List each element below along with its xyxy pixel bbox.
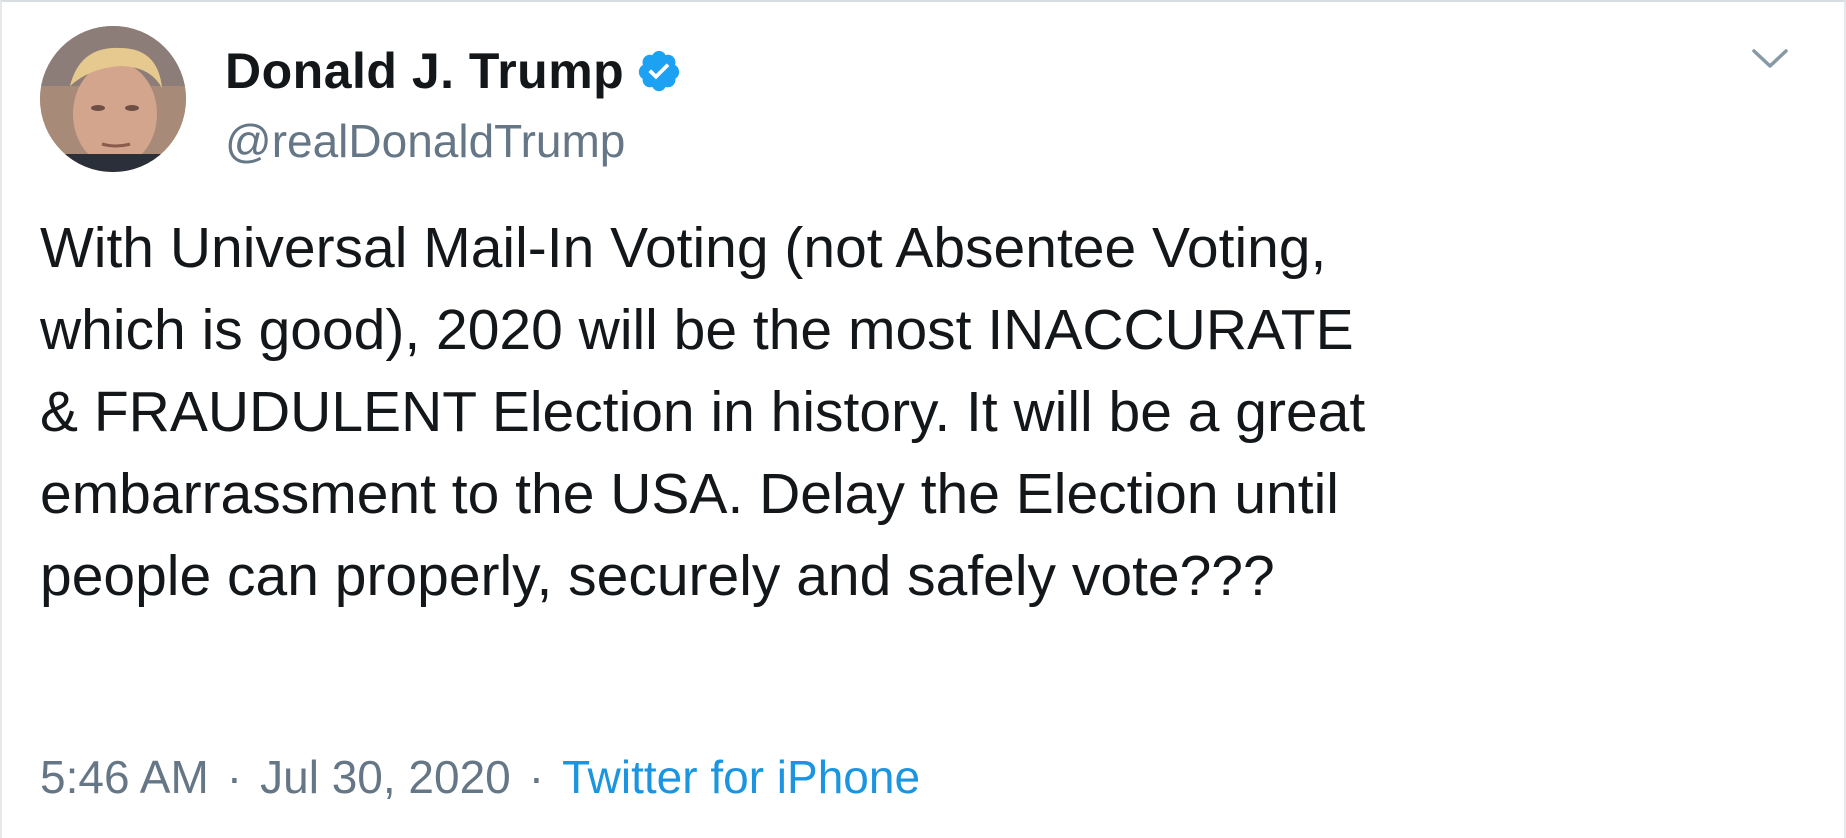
tweet-header: Donald J. Trump @realDonaldTrump [40, 26, 1810, 176]
author-handle[interactable]: @realDonaldTrump [225, 114, 682, 168]
tweet-date[interactable]: Jul 30, 2020 [260, 751, 511, 803]
tweet-source-link[interactable]: Twitter for iPhone [562, 751, 920, 803]
tweet-card[interactable]: Donald J. Trump @realDonaldTrump With Un… [0, 0, 1846, 838]
tweet-time[interactable]: 5:46 AM [40, 751, 209, 803]
tweet-meta: 5:46 AM · Jul 30, 2020 · Twitter for iPhone [40, 750, 920, 804]
verified-badge-icon [636, 48, 682, 94]
meta-separator: · [528, 751, 545, 803]
avatar-image [40, 26, 186, 172]
avatar[interactable] [40, 26, 186, 172]
name-row: Donald J. Trump [225, 40, 682, 102]
meta-separator: · [226, 751, 243, 803]
author-identity[interactable]: Donald J. Trump @realDonaldTrump [225, 40, 682, 168]
tweet-text: With Universal Mail-In Voting (not Absen… [40, 216, 1366, 608]
chevron-down-icon[interactable] [1750, 46, 1790, 72]
display-name[interactable]: Donald J. Trump [225, 42, 624, 100]
